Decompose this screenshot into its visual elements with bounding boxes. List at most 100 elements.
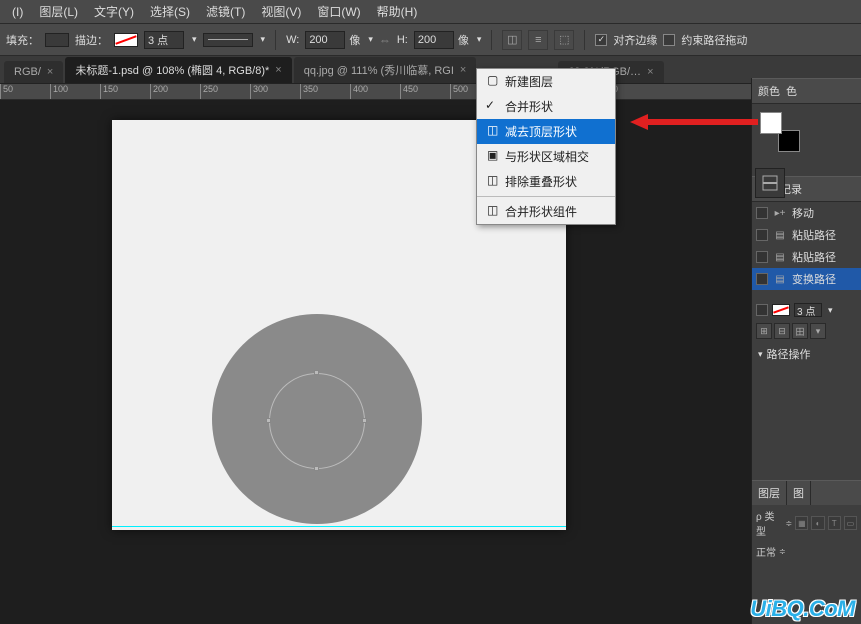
layer-filter-row: ρ 类型 ≑ ▦ ◐ T ▭ — [752, 505, 861, 541]
panel-tab-swatches[interactable]: 色 — [786, 83, 797, 99]
document-icon: ▤ — [773, 251, 787, 263]
merge-icon: ◫ — [487, 203, 499, 215]
align-edges-checkbox[interactable] — [595, 34, 607, 46]
menu-item[interactable]: (I) — [4, 5, 31, 19]
dropdown-arrow-icon[interactable]: ▾ — [261, 34, 266, 45]
menu-item-intersect-shapes[interactable]: ▣ 与形状区域相交 — [477, 144, 615, 169]
document-tab[interactable]: qq.jpg @ 111% (秀川临慕, RGI× — [294, 57, 477, 83]
menu-separator — [477, 196, 615, 197]
link-wh-icon[interactable]: ⇔ — [379, 33, 391, 47]
align-button[interactable]: ⊟ — [774, 323, 790, 339]
path-alignment-button[interactable]: ≡ — [528, 30, 548, 50]
menu-bar: (I) 图层(L) 文字(Y) 选择(S) 滤镜(T) 视图(V) 窗口(W) … — [0, 0, 861, 24]
filter-type-icon[interactable]: T — [828, 516, 841, 530]
path-anchor-handle[interactable] — [362, 418, 367, 423]
path-anchor-handle[interactable] — [314, 466, 319, 471]
dropdown-arrow-icon[interactable]: ▾ — [828, 305, 833, 316]
stroke-width-field[interactable] — [144, 31, 184, 49]
horizontal-guide[interactable] — [112, 526, 566, 527]
dropdown-arrow-icon[interactable]: ▾ — [368, 34, 373, 45]
align-button[interactable]: ⊞ — [756, 323, 772, 339]
subtract-icon: ◫ — [487, 123, 499, 135]
path-operations-menu: ▢ 新建图层 ✓ 合并形状 ◫ 减去顶层形状 ▣ 与形状区域相交 ◫ 排除重叠形… — [476, 68, 616, 225]
stroke-mini-row: ▾ — [752, 300, 861, 320]
stroke-mini-swatch[interactable] — [772, 304, 790, 316]
filter-shape-icon[interactable]: ▭ — [844, 516, 857, 530]
fill-swatch[interactable] — [45, 33, 69, 47]
align-button[interactable]: 田 — [792, 323, 808, 339]
blend-mode-row[interactable]: 正常 ≑ — [752, 541, 861, 562]
menu-item[interactable]: 帮助(H) — [369, 3, 426, 20]
close-icon[interactable]: × — [647, 66, 653, 78]
menu-item[interactable]: 视图(V) — [253, 3, 309, 20]
menu-item-subtract-front-shape[interactable]: ◫ 减去顶层形状 — [477, 119, 615, 144]
path-operations-button[interactable]: ◫ — [502, 30, 522, 50]
stroke-swatch[interactable] — [114, 33, 138, 47]
panel-collapse-icon[interactable] — [755, 168, 785, 198]
new-layer-icon: ▢ — [487, 73, 499, 85]
close-icon[interactable]: × — [460, 64, 466, 76]
dropdown-arrow-icon[interactable]: ▾ — [477, 34, 482, 45]
path-anchor-handle[interactable] — [266, 418, 271, 423]
separator — [275, 30, 276, 50]
panel-tab-layers[interactable]: 图层 — [752, 481, 787, 505]
menu-item[interactable]: 图层(L) — [31, 3, 86, 20]
alignment-icon-row: ⊞ ⊟ 田 ▾ — [752, 320, 861, 342]
history-item[interactable]: ▸+移动 — [752, 202, 861, 224]
path-arrangement-button[interactable]: ⬚ — [554, 30, 574, 50]
canvas-area — [0, 100, 751, 624]
panel-tab-paths[interactable]: 图 — [787, 481, 811, 505]
foreground-background-swatch[interactable] — [760, 112, 800, 152]
menu-item[interactable]: 滤镜(T) — [198, 3, 253, 20]
align-button[interactable]: ▾ — [810, 323, 826, 339]
width-field[interactable] — [305, 31, 345, 49]
fill-label: 填充： — [6, 32, 39, 48]
separator — [584, 30, 585, 50]
check-icon: ✓ — [485, 98, 495, 112]
panel-tab-color[interactable]: 颜色 — [758, 83, 780, 99]
menu-item[interactable]: 文字(Y) — [86, 3, 142, 20]
fill-mini-swatch[interactable] — [756, 304, 768, 316]
menu-item-new-layer[interactable]: ▢ 新建图层 — [477, 69, 615, 94]
stroke-width-mini[interactable] — [794, 303, 822, 317]
align-edges-label: 对齐边缘 — [613, 32, 657, 48]
watermark: UiBQ.CoM — [744, 594, 861, 624]
path-ops-section[interactable]: 路径操作 — [752, 342, 861, 366]
foreground-color[interactable] — [760, 112, 782, 134]
menu-item[interactable]: 窗口(W) — [309, 3, 368, 20]
constrain-path-label: 约束路径拖动 — [681, 32, 747, 48]
close-icon[interactable]: × — [275, 64, 281, 76]
history-item[interactable]: ▤粘贴路径 — [752, 224, 861, 246]
menu-item-combine-shapes[interactable]: ✓ 合并形状 — [477, 94, 615, 119]
width-unit: 像 — [349, 32, 360, 48]
exclude-icon: ◫ — [487, 173, 499, 185]
filter-adjustment-icon[interactable]: ◐ — [811, 516, 824, 530]
document-tab[interactable]: RGB/× — [4, 61, 63, 83]
stroke-label: 描边： — [75, 32, 108, 48]
document-tab[interactable]: 未标题-1.psd @ 108% (椭圆 4, RGB/8)*× — [65, 57, 291, 83]
height-unit: 像 — [458, 32, 469, 48]
options-bar: 填充： 描边： ▾ ▾ W: 像 ▾ ⇔ H: 像 ▾ ◫ ≡ ⬚ 对齐边缘 约… — [0, 24, 861, 56]
document-icon: ▤ — [773, 229, 787, 241]
menu-item-merge-shape-components[interactable]: ◫ 合并形状组件 — [477, 199, 615, 224]
filter-pixel-icon[interactable]: ▦ — [795, 516, 808, 530]
height-field[interactable] — [414, 31, 454, 49]
shape-ellipse-inner-path[interactable] — [269, 373, 365, 469]
constrain-path-checkbox[interactable] — [663, 34, 675, 46]
history-item[interactable]: ▤变换路径 — [752, 268, 861, 290]
menu-item[interactable]: 选择(S) — [142, 3, 198, 20]
separator — [491, 30, 492, 50]
blend-mode-select[interactable]: 正常 — [756, 544, 776, 559]
horizontal-ruler: 50 100 150 200 250 300 350 400 450 500 5… — [0, 84, 751, 100]
stroke-style-preview[interactable] — [203, 33, 253, 47]
height-label: H: — [397, 34, 408, 46]
width-label: W: — [286, 34, 299, 46]
menu-item-exclude-overlap[interactable]: ◫ 排除重叠形状 — [477, 169, 615, 194]
annotation-arrow — [630, 112, 760, 132]
history-item[interactable]: ▤粘贴路径 — [752, 246, 861, 268]
path-anchor-handle[interactable] — [314, 370, 319, 375]
document-tab-bar: RGB/× 未标题-1.psd @ 108% (椭圆 4, RGB/8)*× q… — [0, 56, 861, 84]
dropdown-arrow-icon[interactable]: ▾ — [192, 34, 197, 45]
close-icon[interactable]: × — [47, 66, 53, 78]
document-icon: ▤ — [773, 273, 787, 285]
